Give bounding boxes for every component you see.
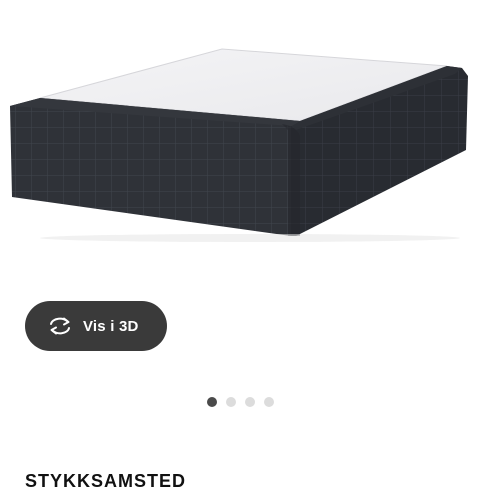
bed-base-image — [10, 48, 468, 242]
carousel-dot-1[interactable] — [206, 397, 217, 407]
carousel-dot-4[interactable] — [263, 397, 274, 407]
rotate-3d-icon — [46, 314, 74, 338]
carousel-dot-2[interactable] — [225, 397, 236, 407]
product-image[interactable] — [0, 0, 480, 300]
view-in-3d-label: Vis i 3D — [83, 317, 139, 335]
carousel-dot-3[interactable] — [244, 397, 255, 407]
view-in-3d-button[interactable]: Vis i 3D — [25, 301, 167, 351]
product-title: STYKKSAMSTED — [25, 471, 187, 491]
carousel-indicator — [0, 397, 480, 408]
